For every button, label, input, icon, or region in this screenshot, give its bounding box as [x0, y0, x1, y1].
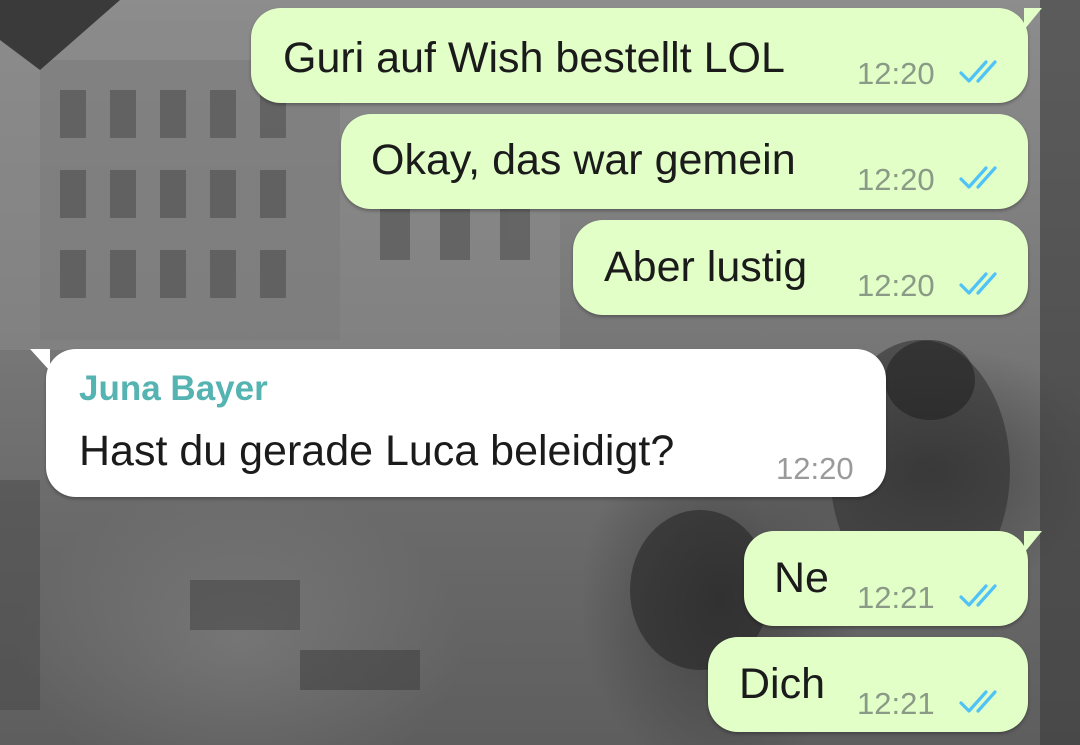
bubble-tail — [1024, 531, 1042, 553]
message-timestamp: 12:20 — [857, 56, 935, 91]
message-timestamp: 12:21 — [857, 686, 935, 721]
message-bubble-outgoing[interactable]: Dich 12:21 — [708, 637, 1028, 732]
double-check-read-icon — [959, 166, 997, 189]
message-text: Ne — [774, 554, 829, 602]
message-timestamp: 12:20 — [776, 451, 854, 486]
sender-name: Juna Bayer — [79, 369, 268, 408]
message-bubble-outgoing[interactable]: Aber lustig 12:20 — [573, 220, 1028, 315]
message-bubble-outgoing[interactable]: Ne 12:21 — [744, 531, 1042, 626]
message-text: Aber lustig — [604, 243, 808, 291]
message-timestamp: 12:20 — [857, 268, 935, 303]
double-check-read-icon — [959, 584, 997, 607]
message-timestamp: 12:20 — [857, 162, 935, 197]
bubble-tail — [1024, 8, 1042, 30]
message-timestamp: 12:21 — [857, 580, 935, 615]
message-bubble-outgoing[interactable]: Okay, das war gemein 12:20 — [341, 114, 1028, 209]
message-text: Hast du gerade Luca beleidigt? — [79, 427, 675, 475]
message-text: Guri auf Wish bestellt LOL — [283, 34, 785, 82]
double-check-read-icon — [959, 60, 997, 83]
message-bubble-outgoing[interactable]: Guri auf Wish bestellt LOL 12:20 — [251, 8, 1042, 103]
double-check-read-icon — [959, 690, 997, 713]
message-text: Dich — [739, 660, 826, 708]
double-check-read-icon — [959, 272, 997, 295]
message-text: Okay, das war gemein — [371, 136, 796, 184]
message-bubble-incoming[interactable]: Juna Bayer Hast du gerade Luca beleidigt… — [30, 349, 886, 497]
bubble-tail — [30, 349, 50, 371]
